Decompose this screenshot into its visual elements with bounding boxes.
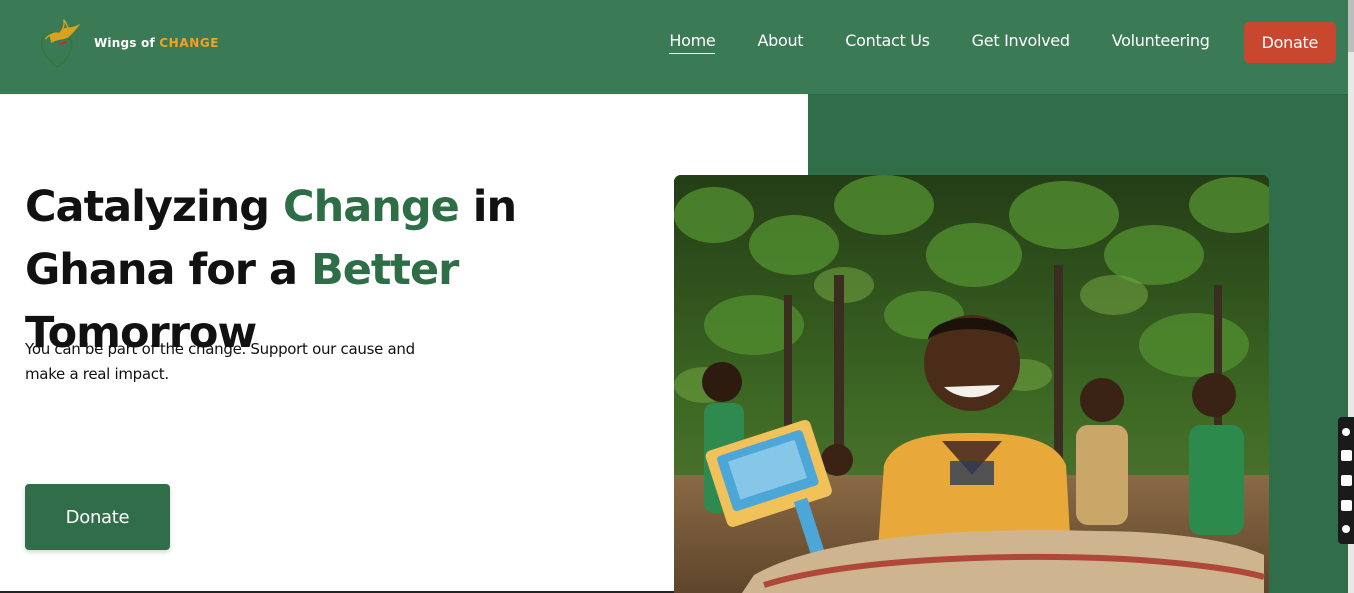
nav-home[interactable]: Home — [669, 31, 716, 54]
nav-about[interactable]: About — [757, 31, 803, 53]
children-photo-illustration — [674, 175, 1269, 593]
main-nav: Home About Contact Us Get Involved Volun… — [648, 0, 1336, 84]
gear-icon[interactable] — [1342, 525, 1350, 533]
page: Wings of CHANGE Home About Contact Us Ge… — [0, 0, 1354, 593]
nav-volunteering[interactable]: Volunteering — [1112, 31, 1210, 53]
hero-title-part1: Catalyzing — [25, 182, 284, 232]
hero-donate-button[interactable]: Donate — [25, 484, 170, 550]
camera-icon[interactable] — [1340, 450, 1352, 461]
scrollbar-thumb[interactable] — [1348, 0, 1354, 52]
brand-logo[interactable]: Wings of CHANGE — [30, 14, 219, 72]
children-photo — [674, 175, 1269, 593]
hero-subtitle: You can be part of the change. Support o… — [25, 340, 415, 383]
hero-title-highlight-better: Better — [310, 245, 459, 295]
nav-get-involved[interactable]: Get Involved — [972, 31, 1070, 53]
pin-icon[interactable] — [1342, 428, 1350, 436]
brand-name-prefix: Wings of — [94, 36, 155, 50]
site-header: Wings of CHANGE Home About Contact Us Ge… — [0, 0, 1354, 94]
floating-toolbar — [1338, 417, 1354, 544]
window-icon[interactable] — [1340, 500, 1352, 511]
bird-africa-logo-icon — [40, 19, 81, 68]
square-icon[interactable] — [1340, 475, 1352, 486]
nav-contact-us[interactable]: Contact Us — [845, 31, 930, 53]
brand-name: Wings of CHANGE — [94, 36, 219, 50]
header-donate-button[interactable]: Donate — [1243, 21, 1336, 63]
brand-name-accent: CHANGE — [159, 36, 220, 50]
hero-title-highlight-change: Change — [283, 182, 460, 232]
